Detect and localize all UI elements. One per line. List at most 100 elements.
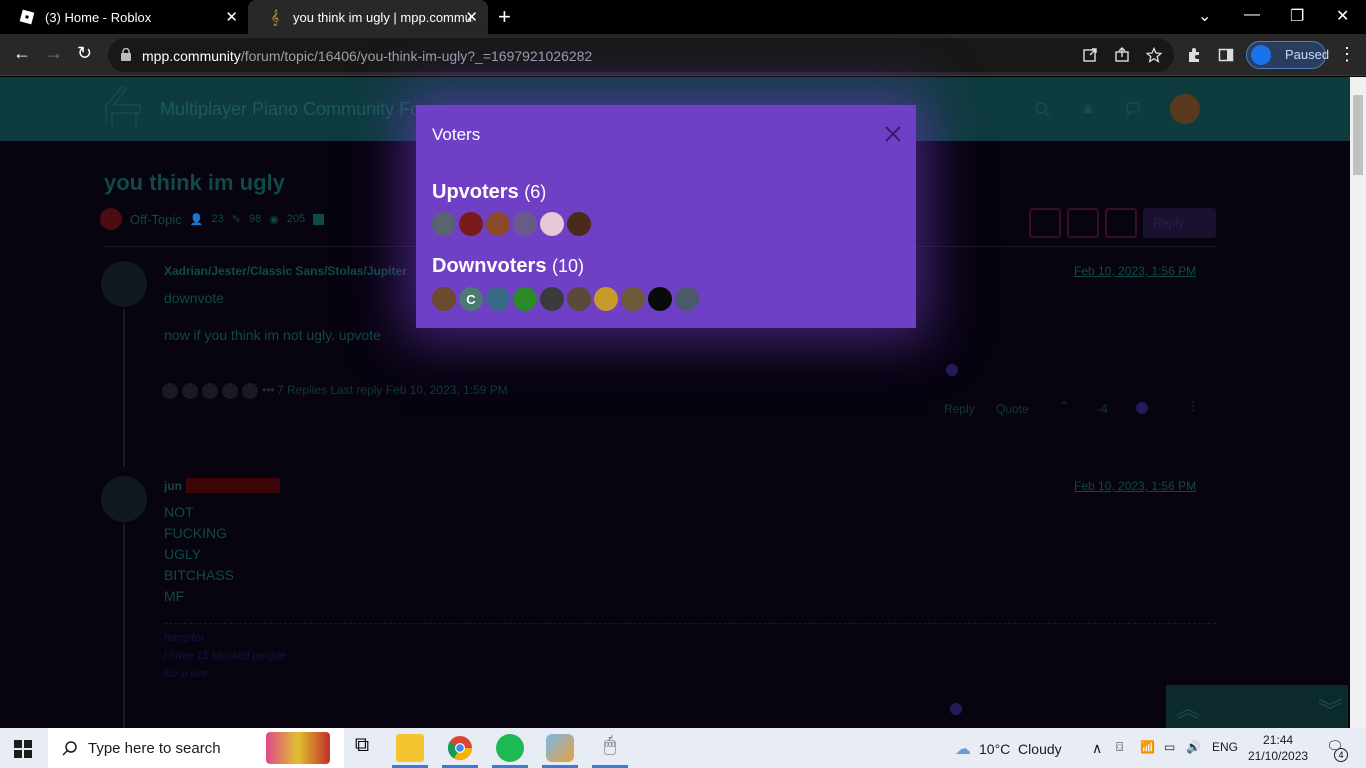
replier-avatar[interactable] (182, 383, 198, 399)
page-scrollbar[interactable] (1350, 77, 1366, 728)
spotify-icon[interactable] (496, 734, 524, 762)
replies-summary[interactable]: 7 Replies Last reply Feb 10, 2023, 1:59 … (277, 383, 508, 397)
site-name[interactable]: Multiplayer Piano Community For (160, 99, 426, 120)
replier-avatar[interactable] (242, 383, 258, 399)
search-highlight-image[interactable] (266, 732, 330, 764)
windows-start-icon[interactable] (14, 740, 32, 758)
category-link[interactable]: Off-Topic (130, 212, 182, 227)
new-tab-icon[interactable]: + (498, 4, 511, 30)
profile-label: Paused (1285, 47, 1330, 62)
forward-icon[interactable]: → (45, 43, 63, 64)
url-host: mpp.community (142, 48, 241, 64)
bookmark-star-icon[interactable] (1146, 47, 1162, 63)
sort-button[interactable] (1105, 208, 1137, 238)
topic-reply-button[interactable]: Reply (1143, 208, 1216, 238)
tab-search-icon[interactable]: ⌄ (1198, 6, 1211, 26)
reload-icon[interactable]: ↻ (77, 43, 92, 64)
extensions-icon[interactable] (1186, 47, 1202, 63)
show-hidden-icons[interactable]: ∧ (1092, 740, 1102, 757)
avatar[interactable] (101, 476, 147, 522)
post-menu-icon[interactable]: ⋮ (1187, 399, 1199, 413)
voter-avatar[interactable] (567, 212, 591, 236)
vote-count[interactable]: -4 (1097, 402, 1108, 416)
unwatch-button[interactable] (1067, 208, 1099, 238)
tab-mpp[interactable]: 𝄞 you think im ugly | mpp.commur ✕ (248, 0, 488, 34)
paint-icon[interactable] (546, 734, 574, 762)
minimize-icon[interactable]: — (1244, 6, 1260, 24)
posters-icon: 👤 (189, 213, 204, 226)
post-author[interactable]: jun (164, 479, 182, 493)
upvoters-count: (6) (524, 182, 547, 202)
signature-divider (164, 623, 1216, 624)
reply-button[interactable]: Reply (944, 402, 975, 416)
search-icon[interactable] (1034, 101, 1050, 117)
scrollbar-thumb[interactable] (1353, 95, 1363, 175)
open-in-app-icon[interactable] (1082, 47, 1098, 63)
replier-avatar[interactable] (202, 383, 218, 399)
wifi-icon[interactable]: 📶 (1140, 740, 1155, 754)
voter-avatar[interactable] (513, 287, 537, 311)
indicator-dot (946, 364, 958, 376)
battery-icon[interactable]: ▭ (1164, 740, 1175, 754)
voter-avatar[interactable] (432, 287, 456, 311)
post-navigator[interactable]: ︽ ︾ (1166, 685, 1348, 728)
profile-paused-button[interactable]: Paused (1246, 41, 1330, 69)
voter-avatar[interactable] (648, 287, 672, 311)
scroll-bottom-icon[interactable]: ︾ (1318, 691, 1342, 726)
tab-roblox[interactable]: (3) Home - Roblox ✕ (0, 0, 248, 34)
file-explorer-icon[interactable] (396, 734, 424, 762)
downvote-icon[interactable] (1136, 402, 1148, 414)
post-author[interactable]: Xadrian/Jester/Classic Sans/Stolas/Jupit… (164, 264, 407, 278)
address-bar[interactable]: mpp.community/forum/topic/16406/you-thin… (108, 38, 1174, 72)
windows-taskbar: Type here to search ⧉ 🖱 ☁ 10°C Cloudy ∧ … (0, 728, 1366, 768)
inbox-button[interactable] (1029, 208, 1061, 238)
scroll-top-icon[interactable]: ︽ (1176, 689, 1200, 724)
replier-avatar[interactable] (222, 383, 238, 399)
voter-avatar[interactable] (540, 287, 564, 311)
voter-avatar[interactable]: C (459, 287, 483, 311)
bell-icon[interactable] (1080, 101, 1096, 117)
url-text[interactable]: mpp.community/forum/topic/16406/you-thin… (142, 48, 592, 64)
voter-avatar[interactable] (621, 287, 645, 311)
task-view-icon[interactable]: ⧉ (348, 734, 376, 762)
voter-avatar[interactable] (459, 212, 483, 236)
piano-logo[interactable] (100, 83, 144, 129)
clock[interactable]: 21:44 21/10/2023 (1248, 732, 1308, 764)
close-window-icon[interactable]: ✕ (1336, 6, 1349, 26)
post-time[interactable]: Feb 10, 2023, 1:56 PM (1074, 264, 1196, 278)
browser-menu-icon[interactable]: ⋮ (1338, 44, 1356, 65)
upvote-icon[interactable]: ⌃ (1059, 399, 1069, 413)
mouse-app-icon[interactable]: 🖱 (596, 734, 624, 762)
roblox-icon (19, 9, 35, 25)
post-line: downvote (164, 290, 224, 306)
more-repliers-icon: ••• (262, 383, 275, 397)
voter-avatar[interactable] (594, 287, 618, 311)
voter-avatar[interactable] (675, 287, 699, 311)
close-icon[interactable] (884, 125, 902, 143)
meet-now-icon[interactable]: ⌼ (1116, 740, 1123, 755)
replier-avatar[interactable] (162, 383, 178, 399)
share-icon[interactable] (1114, 47, 1130, 63)
voter-avatar[interactable] (432, 212, 456, 236)
voter-avatar[interactable] (486, 212, 510, 236)
user-avatar[interactable] (1170, 94, 1200, 124)
chat-icon[interactable] (1125, 101, 1141, 117)
restore-icon[interactable]: ❐ (1290, 6, 1304, 26)
post-time[interactable]: Feb 10, 2023, 1:56 PM (1074, 479, 1196, 493)
voter-avatar[interactable] (486, 287, 510, 311)
voter-avatar[interactable] (513, 212, 537, 236)
voter-avatar[interactable] (567, 287, 591, 311)
rss-icon[interactable] (313, 213, 325, 225)
taskbar-search-box[interactable]: Type here to search (48, 728, 344, 768)
weather-widget[interactable]: ☁ 10°C Cloudy (955, 739, 1062, 759)
voter-avatar[interactable] (540, 212, 564, 236)
volume-icon[interactable]: 🔊 (1186, 740, 1201, 754)
back-icon[interactable]: ← (13, 43, 31, 64)
quote-button[interactable]: Quote (996, 402, 1029, 416)
close-tab-icon[interactable]: ✕ (225, 8, 238, 26)
language-indicator[interactable]: ENG (1212, 740, 1238, 754)
avatar[interactable] (101, 261, 147, 307)
side-panel-icon[interactable] (1218, 47, 1234, 63)
close-tab-icon[interactable]: ✕ (465, 8, 478, 26)
chrome-icon[interactable] (446, 734, 474, 762)
